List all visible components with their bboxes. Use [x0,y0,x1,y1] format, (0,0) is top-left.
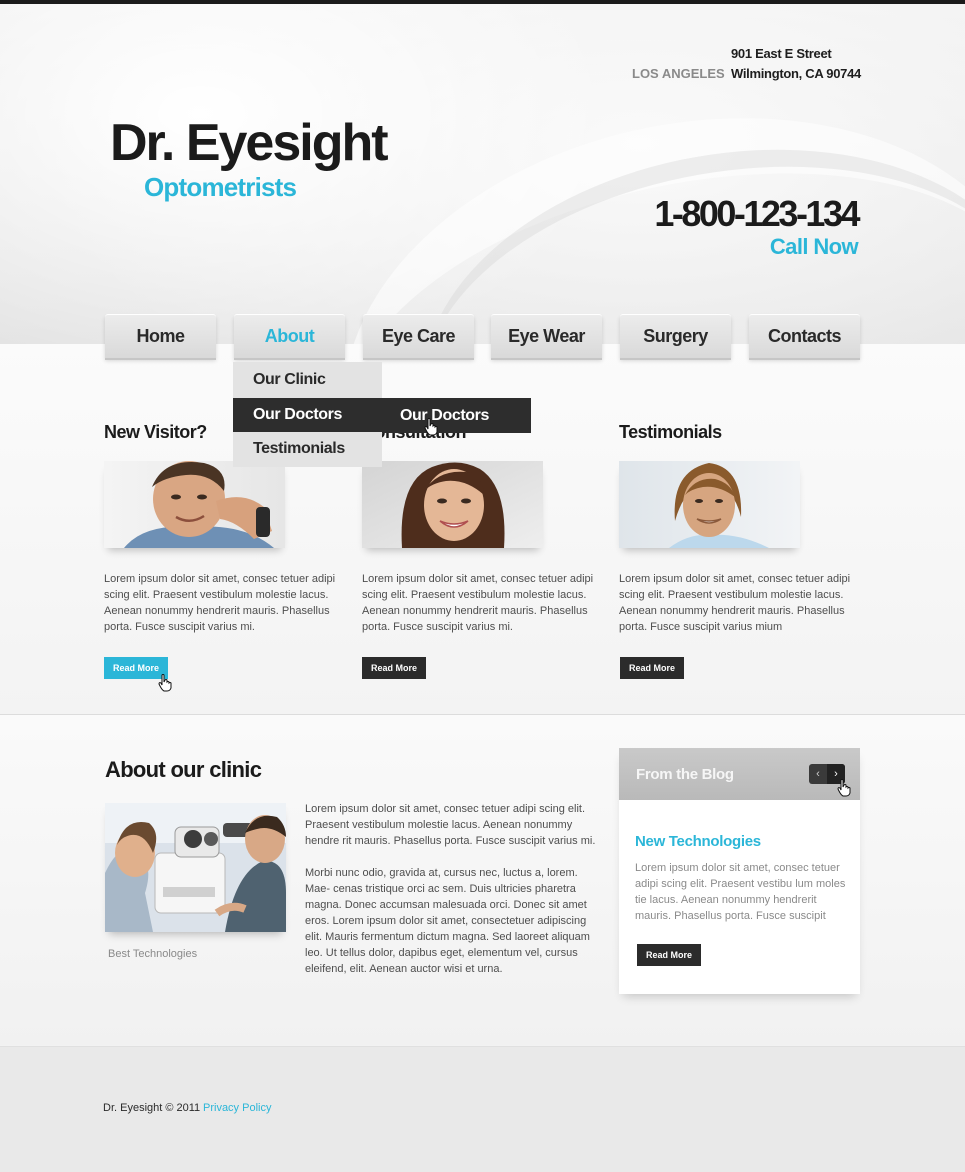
blog-widget: From the Blog ‹ › New Technologies Lorem… [619,748,860,994]
man-portrait-image [104,461,285,548]
address-city: LOS ANGELES [632,66,725,81]
nav-home[interactable]: Home [105,314,216,358]
older-man-portrait-image [619,461,800,548]
our-doctors-submenu: Our Doctors [382,398,531,433]
column-text-consultation: Lorem ipsum dolor sit amet, consec tetue… [362,573,594,633]
dropdown-item-testimonials[interactable]: Testimonials [233,432,382,466]
nav-contacts[interactable]: Contacts [749,314,860,358]
hand-cursor-icon [424,418,438,436]
about-dropdown-menu: Our Clinic Our Doctors Testimonials [233,362,382,467]
column-text-testimonials: Lorem ipsum dolor sit amet, consec tetue… [619,573,851,633]
dropdown-item-our-clinic[interactable]: Our Clinic [233,363,382,397]
nav-eye-wear[interactable]: Eye Wear [491,314,602,358]
nav-about[interactable]: About [234,314,345,358]
column-text-new-visitor: Lorem ipsum dolor sit amet, consec tetue… [104,573,336,633]
dropdown-item-our-doctors[interactable]: Our Doctors [233,398,382,432]
clinic-image-caption: Best Technologies [108,948,198,960]
woman-portrait-image [362,461,543,548]
blog-title: From the Blog [636,766,734,783]
nav-eye-care[interactable]: Eye Care [363,314,474,358]
about-paragraph-1: Lorem ipsum dolor sit amet, consec tetue… [305,803,596,847]
chevron-left-icon[interactable]: ‹ [809,764,827,784]
logo-title[interactable]: Dr. Eyesight [110,113,389,173]
blog-post-title[interactable]: New Technologies [635,833,761,850]
about-paragraph-2: Morbi nunc odio, gravida at, cursus nec,… [305,867,590,975]
blog-read-more-button[interactable]: Read More [637,944,702,966]
clinic-equipment-image [105,803,286,932]
address-city-line: Wilmington, CA 90744 [731,66,861,81]
call-now-label: Call Now [769,234,859,259]
hand-cursor-icon [837,779,851,797]
hand-cursor-icon [158,674,172,692]
column-title-testimonials: Testimonials [619,422,722,442]
about-title: About our clinic [105,757,262,782]
column-title-new-visitor: New Visitor? [104,422,207,442]
read-more-button-testimonials[interactable]: Read More [620,657,685,679]
nav-surgery[interactable]: Surgery [620,314,731,358]
footer-copyright: Dr. Eyesight © 2011 [103,1102,201,1114]
logo-subtitle: Optometrists [144,172,297,202]
phone-number: 1-800-123-134 [654,193,860,234]
read-more-button-consultation[interactable]: Read More [362,657,427,679]
address-street: 901 East E Street [731,46,832,61]
privacy-policy-link[interactable]: Privacy Policy [203,1102,271,1114]
blog-header: From the Blog ‹ › [619,748,860,800]
submenu-item-our-doctors[interactable]: Our Doctors [382,398,531,433]
blog-post-text: Lorem ipsum dolor sit amet, consec tetue… [635,862,846,922]
